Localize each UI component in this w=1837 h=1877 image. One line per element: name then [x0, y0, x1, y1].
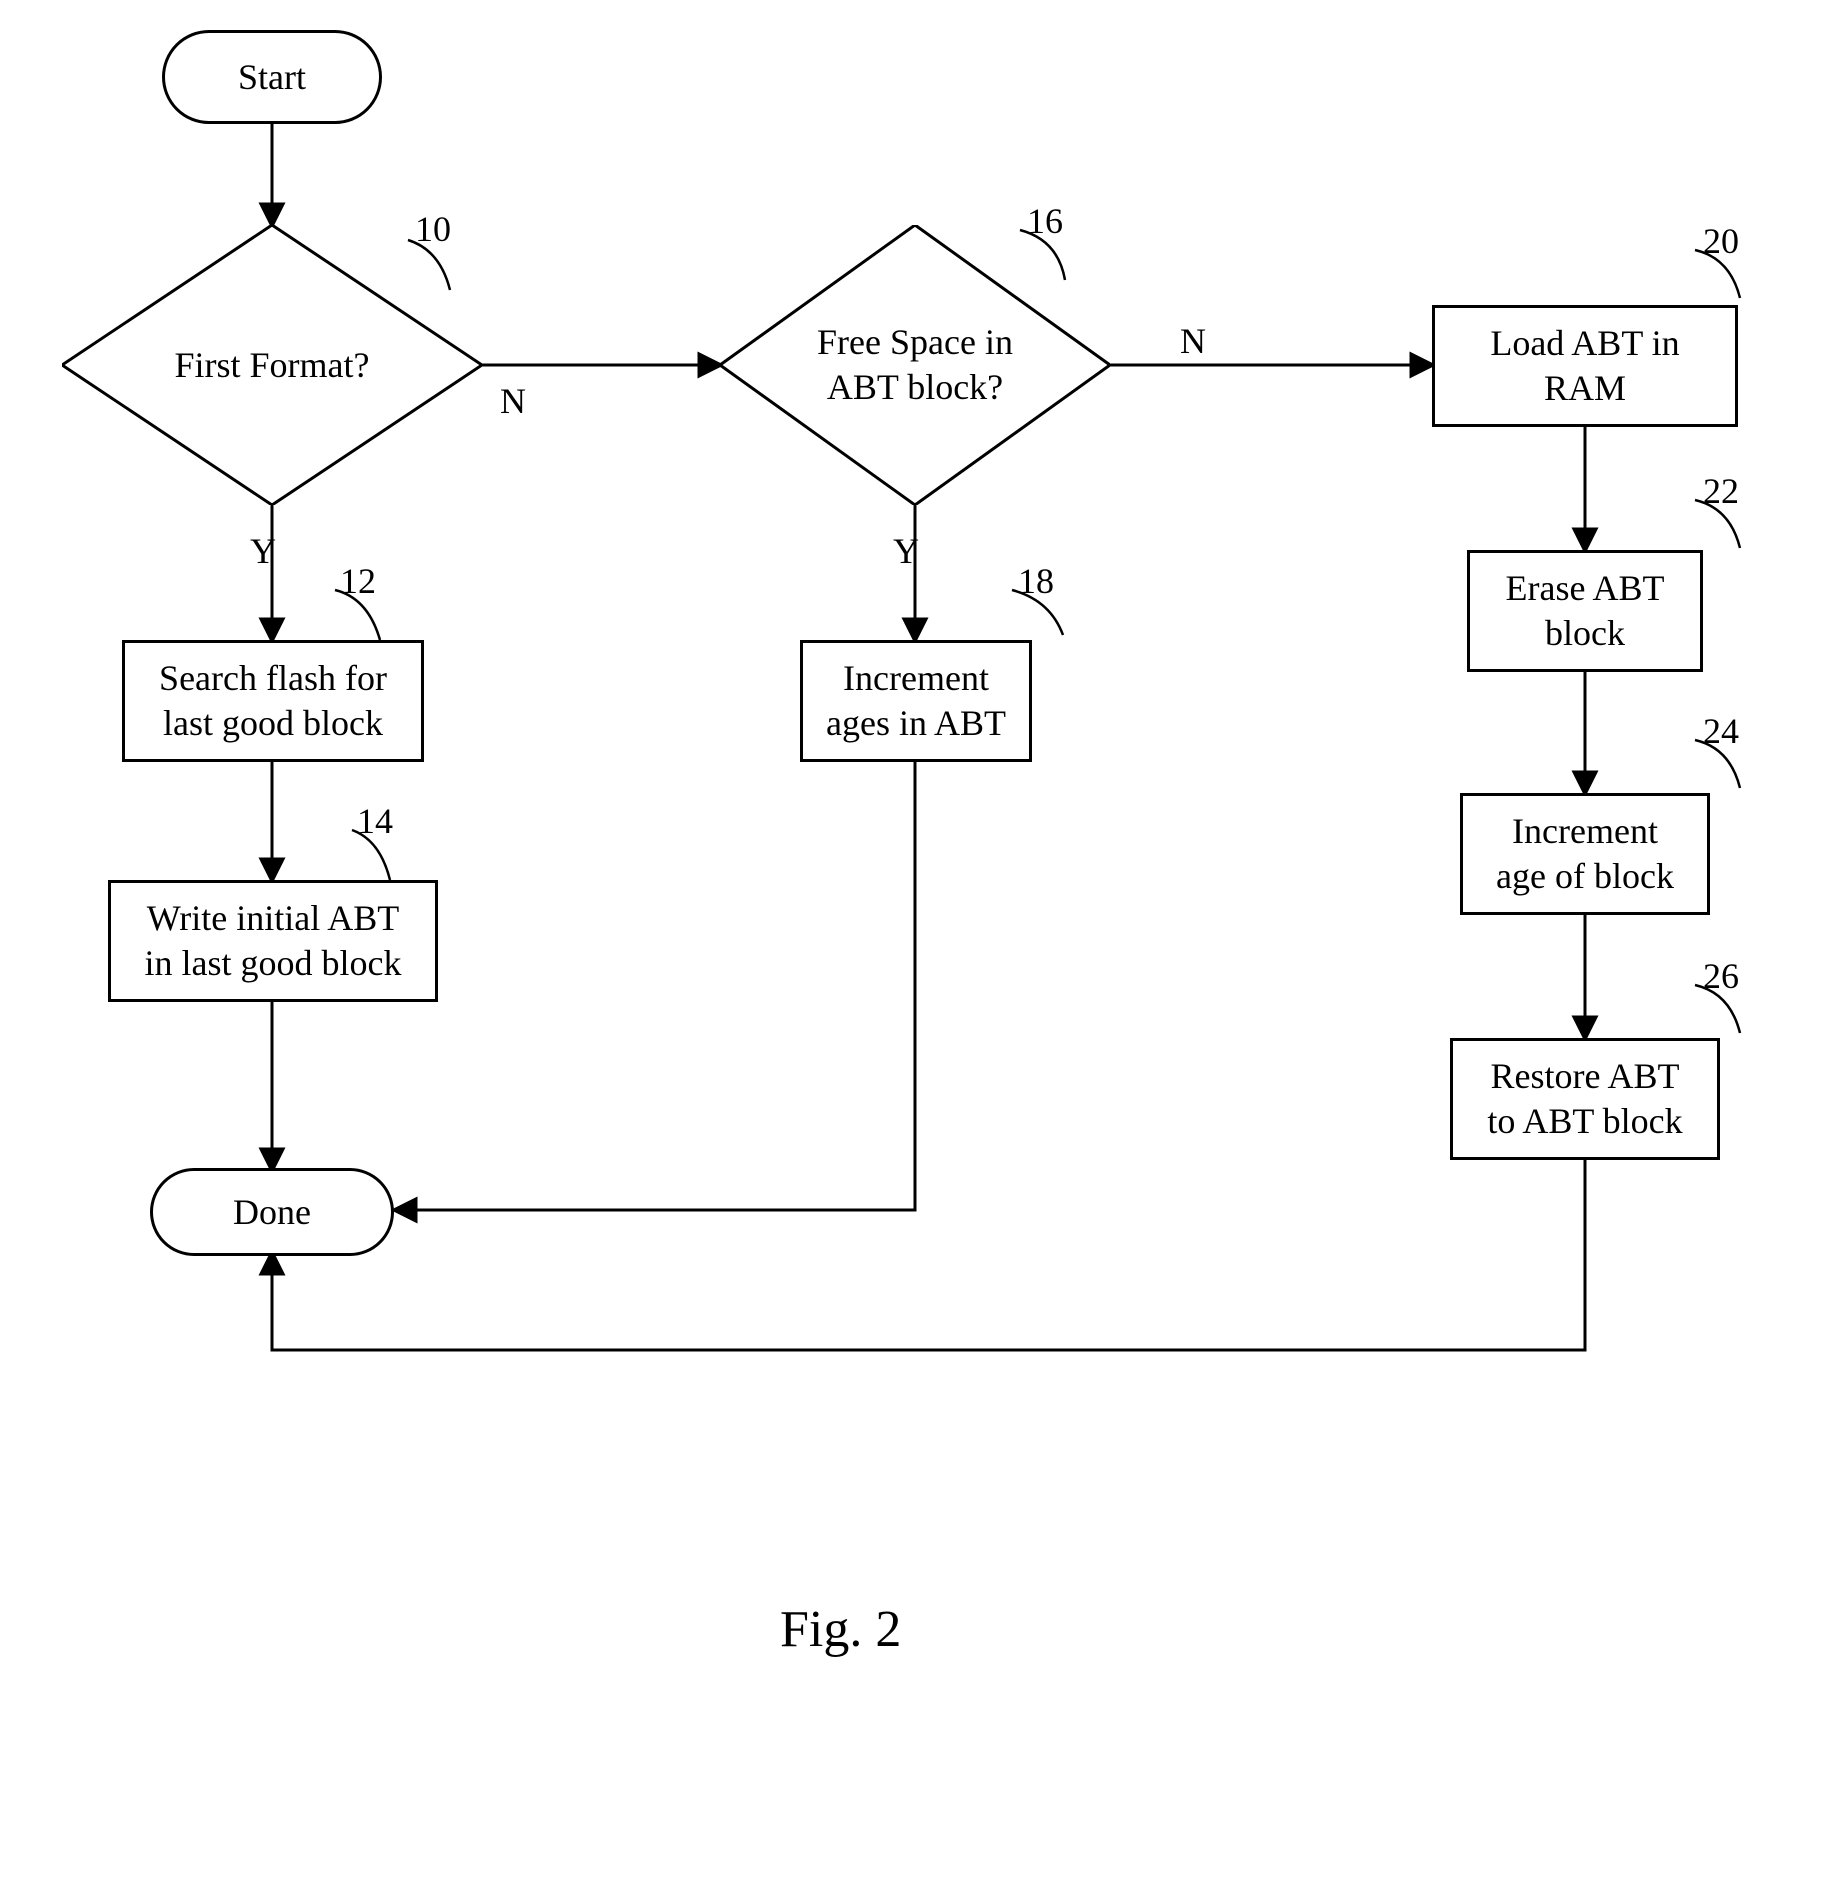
ref-24: 24 [1703, 710, 1739, 752]
terminal-done-label: Done [233, 1190, 311, 1235]
ref-14: 14 [357, 800, 393, 842]
terminal-done: Done [150, 1168, 394, 1256]
decision-free-space: Free Space in ABT block? [720, 225, 1110, 505]
process-restore-abt: Restore ABT to ABT block [1450, 1038, 1720, 1160]
process-erase-abt-block-text: Erase ABT block [1506, 566, 1665, 656]
process-load-abt-ram-text: Load ABT in RAM [1490, 321, 1679, 411]
process-increment-ages: Increment ages in ABT [800, 640, 1032, 762]
process-search-flash: Search flash for last good block [122, 640, 424, 762]
edge-label-y: Y [893, 530, 919, 572]
process-restore-abt-text: Restore ABT to ABT block [1487, 1054, 1682, 1144]
ref-18: 18 [1018, 560, 1054, 602]
ref-16: 16 [1027, 200, 1063, 242]
decision-first-format: First Format? [62, 225, 482, 505]
edge-label-n: N [500, 380, 526, 422]
decision-free-space-text: Free Space in ABT block? [720, 225, 1110, 505]
terminal-start-label: Start [238, 55, 306, 100]
process-erase-abt-block: Erase ABT block [1467, 550, 1703, 672]
terminal-start: Start [162, 30, 382, 124]
ref-20: 20 [1703, 220, 1739, 262]
process-increment-age-block-text: Increment age of block [1496, 809, 1674, 899]
edge-label-n: N [1180, 320, 1206, 362]
decision-first-format-text: First Format? [62, 225, 482, 505]
process-load-abt-ram: Load ABT in RAM [1432, 305, 1738, 427]
process-search-flash-text: Search flash for last good block [159, 656, 387, 746]
ref-26: 26 [1703, 955, 1739, 997]
process-write-initial-abt-text: Write initial ABT in last good block [145, 896, 402, 986]
edge-label-y: Y [250, 530, 276, 572]
process-write-initial-abt: Write initial ABT in last good block [108, 880, 438, 1002]
process-increment-ages-text: Increment ages in ABT [826, 656, 1006, 746]
process-increment-age-block: Increment age of block [1460, 793, 1710, 915]
ref-12: 12 [340, 560, 376, 602]
flowchart-canvas: Start First Format? Free Space in ABT bl… [0, 0, 1837, 1877]
ref-10: 10 [415, 208, 451, 250]
figure-caption: Fig. 2 [780, 1600, 901, 1659]
ref-22: 22 [1703, 470, 1739, 512]
